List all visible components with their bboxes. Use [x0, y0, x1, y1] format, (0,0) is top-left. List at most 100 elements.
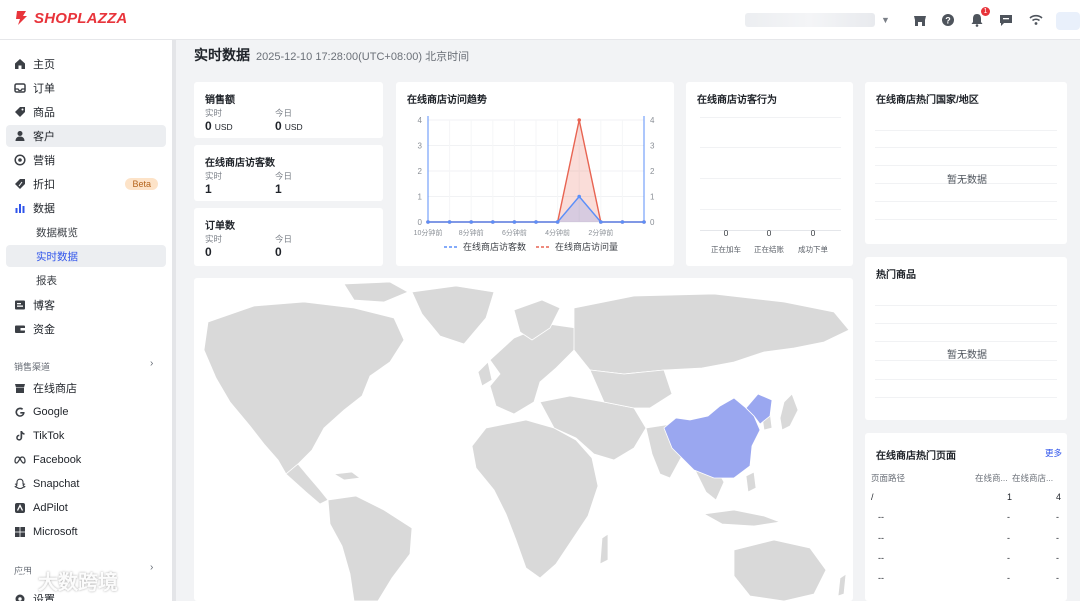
- message-icon[interactable]: [997, 11, 1015, 29]
- australia: [733, 539, 827, 601]
- visitors-value: -: [1007, 573, 1010, 583]
- sidebar-item-discounts[interactable]: 折扣 Beta: [6, 173, 166, 195]
- sidebar-item-microsoft[interactable]: Microsoft: [6, 521, 166, 543]
- sidebar-item-reports[interactable]: 报表: [6, 269, 166, 291]
- sidebar-item-label: 营销: [33, 155, 55, 167]
- data-point: [577, 194, 581, 199]
- y-tick-label: 1: [418, 193, 423, 202]
- world-map-svg: [203, 281, 850, 601]
- page-timestamp: 2025-12-10 17:28:00(UTC+08:00) 北京时间: [256, 51, 470, 63]
- inbox-icon: [14, 82, 26, 94]
- y-tick-label: 1: [650, 193, 655, 202]
- sidebar-item-data-overview[interactable]: 数据概览: [6, 221, 166, 243]
- realtime-label: 实时: [205, 108, 223, 118]
- x-tick-label: 10分钟前: [414, 228, 443, 237]
- chevron-down-icon: ▼: [881, 15, 890, 25]
- column-header[interactable]: 页面路径: [871, 472, 905, 484]
- views-value: 4: [1056, 492, 1062, 502]
- stage-label: 正在加车: [711, 245, 741, 254]
- x-tick-label: 4分钟前: [545, 228, 570, 237]
- chevron-right-icon[interactable]: ›: [150, 562, 153, 573]
- sidebar-item-blog[interactable]: 博客: [6, 294, 166, 316]
- top-pages-card: 在线商店热门页面 更多 页面路径 在线商... 在线商店... / 1 4 --…: [865, 433, 1067, 601]
- indonesia: [702, 509, 782, 527]
- funnel-stage: 0 成功下单: [793, 228, 833, 255]
- y-tick-label: 2: [418, 167, 423, 176]
- card-title: 在线商店访客行为: [697, 95, 777, 106]
- data-point: [620, 220, 625, 224]
- visitors-value: -: [1007, 512, 1010, 522]
- sidebar-item-adpilot[interactable]: AdPilot: [6, 497, 166, 519]
- sidebar-item-marketing[interactable]: 营销: [6, 149, 166, 171]
- y-tick-label: 2: [650, 167, 655, 176]
- sidebar-item-label: 主页: [33, 59, 55, 71]
- visitors-value: -: [1007, 533, 1010, 543]
- tag-icon: [14, 106, 26, 118]
- column-header[interactable]: 在线商...: [975, 472, 1008, 484]
- top-countries-card: 在线商店热门国家/地区 暂无数据: [865, 82, 1067, 244]
- views-value: -: [1056, 512, 1059, 522]
- card-title: 在线商店热门国家/地区: [876, 95, 979, 106]
- legend-label: 在线商店访问量: [555, 241, 618, 252]
- data-point: [577, 118, 581, 122]
- data-point: [491, 220, 495, 224]
- chevron-right-icon[interactable]: ›: [150, 358, 153, 369]
- avatar[interactable]: [1056, 12, 1080, 30]
- madagascar: [599, 533, 609, 565]
- sidebar-item-facebook[interactable]: Facebook: [6, 449, 166, 471]
- visit-trend-chart[interactable]: 0 0 1 1 2 2 3 3 4 4 10分钟前 8分钟前 6分钟前 4分钟前 2分钟前在线商店访客数 在线…: [396, 82, 674, 266]
- sidebar-item-customers[interactable]: 客户: [6, 125, 166, 147]
- wifi-icon[interactable]: [1027, 11, 1045, 29]
- page-path: --: [878, 573, 884, 583]
- sidebar-item-analytics[interactable]: 数据: [6, 197, 166, 219]
- orders-card: 订单数 实时 今日 0 0: [194, 208, 383, 266]
- sidebar-item-orders[interactable]: 订单: [6, 77, 166, 99]
- today-value: 0: [275, 245, 282, 259]
- sidebar-item-label: 折扣: [33, 179, 55, 191]
- watermark: 大数跨境: [12, 566, 118, 595]
- shoplazza-logo[interactable]: SHOPLAZZA: [14, 9, 127, 27]
- philippines: [745, 471, 757, 493]
- person-icon: [14, 130, 26, 142]
- data-point: [534, 220, 538, 224]
- sidebar-item-products[interactable]: 商品: [6, 101, 166, 123]
- visitors-value: 1: [1007, 492, 1013, 502]
- sidebar-item-online-store[interactable]: 在线商店: [6, 377, 166, 399]
- x-tick-label: 6分钟前: [502, 228, 527, 237]
- sidebar-item-snapchat[interactable]: Snapchat: [6, 473, 166, 495]
- sidebar-item-google[interactable]: Google: [6, 401, 166, 423]
- empty-state: 暂无数据: [947, 175, 987, 186]
- more-link[interactable]: 更多: [1045, 447, 1062, 459]
- bell-icon[interactable]: 1: [968, 7, 990, 29]
- data-point: [512, 220, 517, 224]
- svg-text:?: ?: [945, 16, 951, 26]
- x-tick-label: 8分钟前: [459, 228, 484, 237]
- store-selector[interactable]: ▼: [745, 10, 895, 30]
- meta-icon: [14, 454, 26, 466]
- store-icon[interactable]: [911, 11, 929, 29]
- top-products-card: 热门商品 暂无数据: [865, 257, 1067, 420]
- realtime-label: 实时: [205, 234, 223, 244]
- adpilot-icon: [14, 502, 26, 514]
- help-icon[interactable]: ?: [939, 11, 957, 29]
- y-tick-label: 3: [650, 142, 655, 151]
- card-title: 销售额: [205, 95, 235, 106]
- brand-name: SHOPLAZZA: [34, 9, 128, 27]
- blog-icon: [14, 299, 26, 311]
- today-value: 1: [275, 182, 282, 196]
- sidebar-item-label: Snapchat: [33, 478, 80, 490]
- north-america: [203, 301, 405, 475]
- visitor-world-map[interactable]: [194, 278, 853, 601]
- sidebar-item-tiktok[interactable]: TikTok: [6, 425, 166, 447]
- column-header[interactable]: 在线商店...: [1012, 472, 1053, 484]
- discount-icon: [14, 178, 26, 190]
- sidebar-item-label: 实时数据: [36, 250, 78, 263]
- bar-chart-icon: [14, 202, 26, 214]
- japan: [779, 393, 799, 431]
- sidebar-item-finance[interactable]: 资金: [6, 318, 166, 340]
- china: [663, 397, 761, 479]
- visit-trend-card: 在线商店访问趋势 0 0 1 1 2 2 3 3 4 4 10分钟前 8分钟前 6分钟前 4分钟前 2分钟前…: [396, 82, 674, 266]
- sidebar-item-realtime-data[interactable]: 实时数据: [6, 245, 166, 267]
- sidebar-item-home[interactable]: 主页: [6, 53, 166, 75]
- stage-value: 0: [723, 228, 729, 238]
